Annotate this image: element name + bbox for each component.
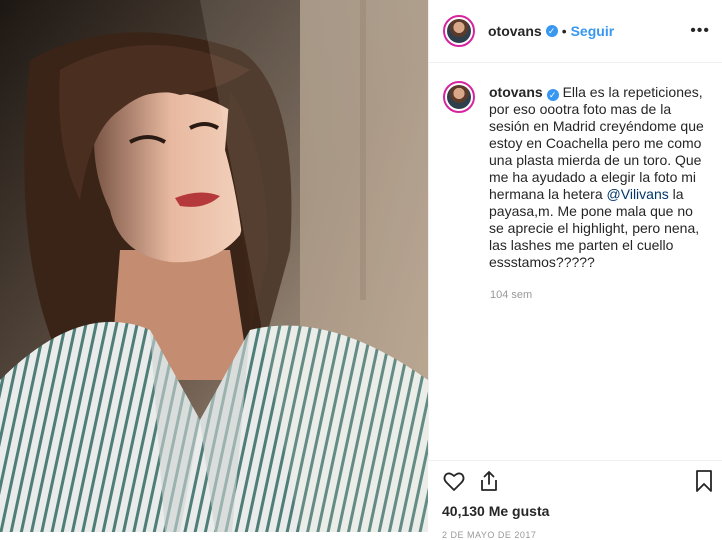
more-options-icon[interactable]: ••• — [690, 22, 710, 40]
follow-button[interactable]: Seguir — [571, 23, 615, 39]
caption-text-before: Ella es la repeticiones, por eso oootra … — [489, 84, 704, 202]
heart-icon[interactable] — [442, 469, 466, 498]
verified-badge-icon: ✓ — [545, 25, 558, 37]
post-header: otovans ✓ • Seguir ••• — [429, 0, 722, 63]
bookmark-icon[interactable] — [694, 469, 714, 498]
caption-avatar[interactable] — [443, 81, 475, 113]
caption-text: otovans ✓ Ella es la repeticiones, por es… — [489, 84, 708, 271]
caption-verified-badge-icon: ✓ — [546, 89, 559, 101]
caption-comment: otovans ✓ Ella es la repeticiones, por es… — [429, 63, 722, 271]
avatar[interactable] — [443, 15, 475, 47]
post-username[interactable]: otovans — [488, 23, 542, 39]
caption-timestamp: 104 sem — [490, 289, 533, 301]
post-photo[interactable] — [0, 0, 428, 532]
post-actions: 40,130 Me gusta 2 DE MAYO DE 2017 — [428, 460, 722, 540]
post-photo-image — [0, 0, 428, 532]
action-icons-row — [428, 461, 722, 501]
share-icon[interactable] — [477, 469, 501, 498]
separator-dot: • — [561, 23, 567, 39]
post-side-panel: otovans ✓ • Seguir ••• otovans ✓ Ella es … — [428, 0, 722, 532]
caption-username[interactable]: otovans — [489, 84, 543, 100]
likes-count[interactable]: 40,130 Me gusta — [428, 503, 722, 519]
mention-link[interactable]: @Vilivans — [607, 186, 669, 202]
